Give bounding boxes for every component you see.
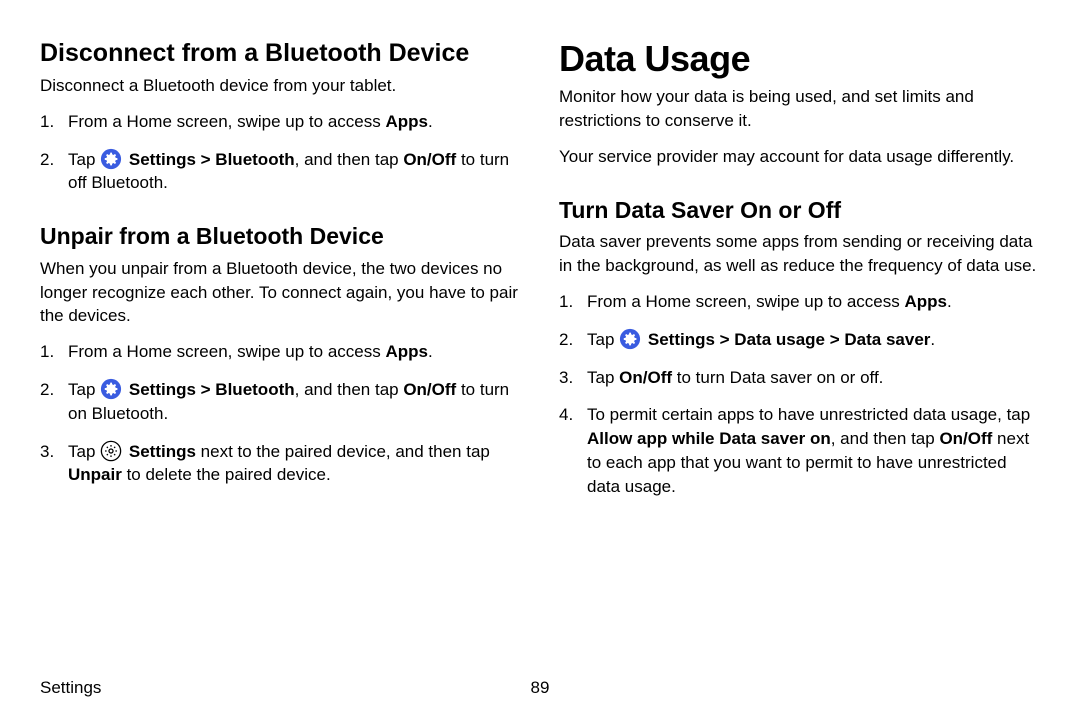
step-text: From a Home screen, swipe up to access xyxy=(587,292,904,311)
left-column: Disconnect from a Bluetooth Device Disco… xyxy=(40,38,521,513)
bold-onoff: On/Off xyxy=(939,429,992,448)
step-text: . xyxy=(428,112,433,131)
bold-onoff: On/Off xyxy=(619,368,672,387)
page-number: 89 xyxy=(531,678,550,698)
footer-section: Settings xyxy=(40,678,101,698)
list-item: From a Home screen, swipe up to access A… xyxy=(40,340,521,364)
intro-paragraph: Your service provider may account for da… xyxy=(559,145,1040,169)
intro-paragraph: When you unpair from a Bluetooth device,… xyxy=(40,257,521,328)
bold-onoff: On/Off xyxy=(403,150,456,169)
step-text: Tap xyxy=(68,442,100,461)
step-text: . xyxy=(428,342,433,361)
heading-text: Unpair from a Bluetooth Device xyxy=(40,223,384,249)
heading-text: Turn Data Saver On or Off xyxy=(559,197,841,223)
list-item: Tap Settings next to the paired device, … xyxy=(40,440,521,488)
title-text: Data Usage xyxy=(559,38,750,79)
step-text: . xyxy=(930,330,935,349)
section-heading: Disconnect from a Bluetooth Device xyxy=(40,38,521,68)
step-text: To permit certain apps to have unrestric… xyxy=(587,405,1030,424)
intro-paragraph: Disconnect a Bluetooth device from your … xyxy=(40,74,521,98)
list-item: Tap Settings > Bluetooth, and then tap O… xyxy=(40,378,521,426)
steps-list: From a Home screen, swipe up to access A… xyxy=(40,110,521,195)
bold-allow: Allow app while Data saver on xyxy=(587,429,831,448)
settings-icon xyxy=(619,328,641,350)
page-content: Disconnect from a Bluetooth Device Disco… xyxy=(40,38,1040,513)
bold-apps: Apps xyxy=(904,292,947,311)
step-text: Tap xyxy=(587,368,619,387)
list-item: Tap Settings > Bluetooth, and then tap O… xyxy=(40,148,521,196)
section-heading: Unpair from a Bluetooth Device xyxy=(40,223,521,251)
bold-onoff: On/Off xyxy=(403,380,456,399)
list-item: To permit certain apps to have unrestric… xyxy=(559,403,1040,498)
bold-path: Settings > Data usage > Data saver xyxy=(648,330,931,349)
step-text: From a Home screen, swipe up to access xyxy=(68,342,385,361)
steps-list: From a Home screen, swipe up to access A… xyxy=(559,290,1040,499)
intro-paragraph: Monitor how your data is being used, and… xyxy=(559,85,1040,133)
step-text: From a Home screen, swipe up to access xyxy=(68,112,385,131)
step-text: to delete the paired device. xyxy=(122,465,331,484)
list-item: Tap On/Off to turn Data saver on or off. xyxy=(559,366,1040,390)
right-column: Data Usage Monitor how your data is bein… xyxy=(559,38,1040,513)
bold-unpair: Unpair xyxy=(68,465,122,484)
step-text: Tap xyxy=(587,330,619,349)
bold-apps: Apps xyxy=(385,342,428,361)
intro-paragraph: Data saver prevents some apps from sendi… xyxy=(559,230,1040,278)
gear-icon xyxy=(100,440,122,462)
list-item: Tap Settings > Data usage > Data saver. xyxy=(559,328,1040,352)
bold-settings: Settings xyxy=(129,442,196,461)
bold-apps: Apps xyxy=(385,112,428,131)
list-item: From a Home screen, swipe up to access A… xyxy=(559,290,1040,314)
step-text: next to the paired device, and then tap xyxy=(196,442,490,461)
step-text: , and then tap xyxy=(295,380,404,399)
page-footer: Settings 89 xyxy=(40,678,1040,698)
step-text: . xyxy=(947,292,952,311)
bold-path: Settings > Bluetooth xyxy=(129,380,295,399)
chapter-title: Data Usage xyxy=(559,38,1040,79)
settings-icon xyxy=(100,378,122,400)
settings-icon xyxy=(100,148,122,170)
step-text: to turn Data saver on or off. xyxy=(672,368,883,387)
step-text: , and then tap xyxy=(831,429,940,448)
section-heading: Turn Data Saver On or Off xyxy=(559,197,1040,225)
heading-text: Disconnect from a Bluetooth Device xyxy=(40,39,469,67)
bold-path: Settings > Bluetooth xyxy=(129,150,295,169)
step-text: Tap xyxy=(68,380,100,399)
step-text: Tap xyxy=(68,150,100,169)
steps-list: From a Home screen, swipe up to access A… xyxy=(40,340,521,487)
step-text: , and then tap xyxy=(295,150,404,169)
list-item: From a Home screen, swipe up to access A… xyxy=(40,110,521,134)
